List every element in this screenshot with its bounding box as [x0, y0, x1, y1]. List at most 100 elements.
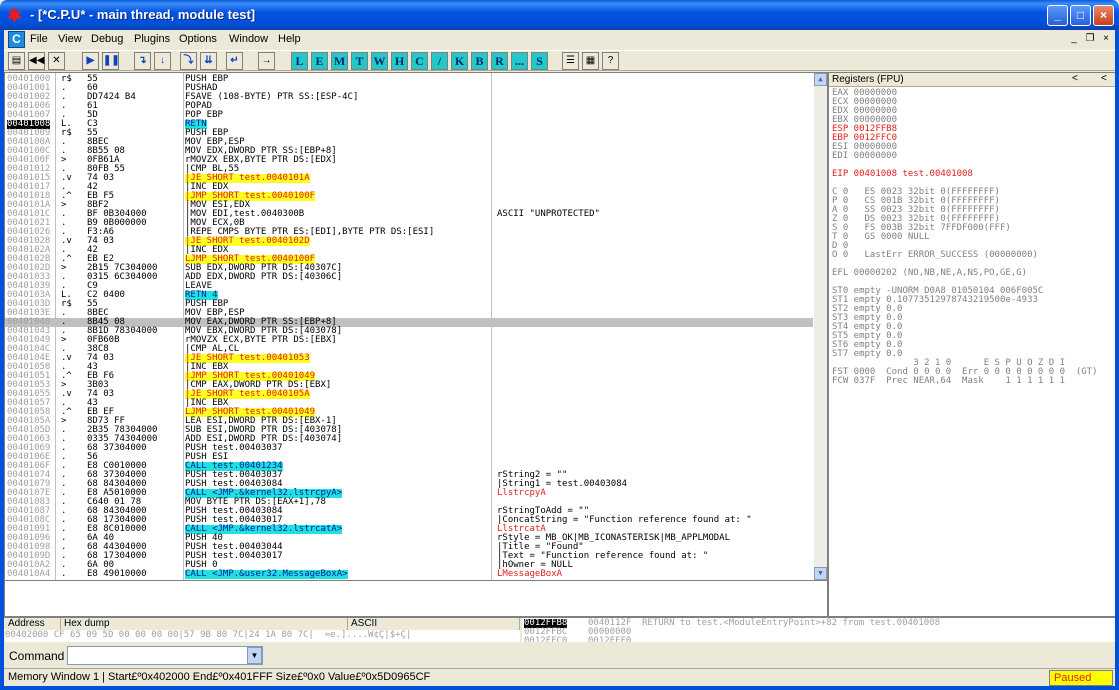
- disasm-row[interactable]: 00401053 >3B03 |CMP EAX,DWORD PTR DS:[EBX]: [5, 381, 813, 390]
- rewind-icon[interactable]: ◀◀: [28, 52, 45, 70]
- disasm-hex: E8 49010000: [87, 569, 147, 579]
- menu-view[interactable]: View: [58, 33, 82, 45]
- threads-button[interactable]: T: [351, 52, 368, 70]
- run-trace-button[interactable]: ...: [511, 52, 528, 70]
- menu-plugins[interactable]: Plugins: [134, 33, 170, 45]
- disasm-row[interactable]: 00401033. 0315 6C304000 ADD EDX,DWORD PTR …: [5, 273, 813, 282]
- memory-map-button[interactable]: M: [331, 52, 348, 70]
- disasm-row[interactable]: 0040100A. 8BEC MOV EBP,ESP: [5, 138, 813, 147]
- registers-next-icon[interactable]: <: [1101, 73, 1107, 84]
- mdi-minimize-button[interactable]: _: [1066, 32, 1082, 47]
- cpu-button[interactable]: C: [411, 52, 428, 70]
- breakpoints-button[interactable]: B: [471, 52, 488, 70]
- dump-col-ascii[interactable]: ASCII: [348, 618, 520, 630]
- references-button[interactable]: R: [491, 52, 508, 70]
- menu-window[interactable]: Window: [229, 33, 268, 45]
- executable-modules-button[interactable]: E: [311, 52, 328, 70]
- maximize-button[interactable]: □: [1070, 5, 1091, 26]
- source-button[interactable]: S: [531, 52, 548, 70]
- disasm-row[interactable]: 004010A4. E8 49010000 CALL <JMP.&user32.Me…: [5, 570, 813, 579]
- trace-over-icon[interactable]: ⇊: [200, 52, 217, 70]
- disasm-row[interactable]: 00401055 .v 74 03 |JE SHORT test.0040105A: [5, 390, 813, 399]
- register-line[interactable]: O 0 LastErr ERROR_SUCCESS (00000000): [832, 251, 1038, 260]
- trace-into-icon[interactable]: ⤵: [180, 52, 197, 70]
- menu-help[interactable]: Help: [278, 33, 301, 45]
- chevron-down-icon[interactable]: ▼: [247, 647, 262, 664]
- grid-icon[interactable]: ▦: [582, 52, 599, 70]
- register-line[interactable]: EFL 00000202 (NO,NB,NE,A,NS,PO,GE,G): [832, 269, 1027, 278]
- title-bar[interactable]: ✱ - [*C.P.U* - main thread, module test]…: [0, 0, 1119, 30]
- scroll-up-icon[interactable]: ▲: [814, 73, 827, 86]
- disasm-row[interactable]: 00401026. F3:A6 |REPE CMPS BYTE PTR ES:[ED…: [5, 228, 813, 237]
- disasm-row[interactable]: 0040104C. 38C8 |CMP AL,CL: [5, 345, 813, 354]
- close-icon[interactable]: ✕: [48, 52, 65, 70]
- mdi-restore-button[interactable]: ❐: [1082, 32, 1098, 47]
- step-over-icon[interactable]: ↓: [154, 52, 171, 70]
- open-icon[interactable]: ▤: [8, 52, 25, 70]
- disasm-row[interactable]: 0040102A. 42 |INC EDX: [5, 246, 813, 255]
- minimize-button[interactable]: _: [1047, 5, 1068, 26]
- disassembly-pane[interactable]: 00401000 r$ 55 PUSH EBP 00401001. 60 PUSHAD 004…: [5, 73, 827, 580]
- disasm-row[interactable]: 0040100F >0FB61A rMOVZX EBX,BYTE PTR DS:[E…: [5, 156, 813, 165]
- command-input[interactable]: [67, 646, 263, 665]
- close-button[interactable]: ×: [1093, 5, 1114, 26]
- disasm-row[interactable]: 00401002. DD7424 B4 FSAVE (108-BYTE) PTR S…: [5, 93, 813, 102]
- scroll-down-icon[interactable]: ▼: [814, 567, 827, 580]
- disasm-row[interactable]: 00401015 .v 74 03 |JE SHORT test.0040101A: [5, 174, 813, 183]
- disasm-row[interactable]: 00401000 r$ 55 PUSH EBP: [5, 75, 813, 84]
- registers-header[interactable]: Registers (FPU) < <: [829, 73, 1115, 87]
- disasm-row[interactable]: 00401043. 8B1D 78304000 MOV EBX,DWORD PTR …: [5, 327, 813, 336]
- disasm-row[interactable]: 0040103D r$ 55 PUSH EBP: [5, 300, 813, 309]
- disasm-row[interactable]: 00401057. 43 |INC EBX: [5, 399, 813, 408]
- registers-prev-icon[interactable]: <: [1072, 73, 1078, 84]
- disasm-row[interactable]: 0040100C. 8B55 08 MOV EDX,DWORD PTR SS:[EB…: [5, 147, 813, 156]
- disasm-row[interactable]: 00401050. 43 |INC EBX: [5, 363, 813, 372]
- disasm-row[interactable]: 00401069. 68 37304000 PUSH test.00403037: [5, 444, 813, 453]
- pause-icon[interactable]: ❚❚: [102, 52, 120, 70]
- patches-button[interactable]: /: [431, 52, 448, 70]
- disasm-row[interactable]: 00401018 .^ EB F5 |JMP SHORT test.0040100F: [5, 192, 813, 201]
- register-line[interactable]: EDI 00000000: [832, 152, 897, 161]
- disasm-row[interactable]: 00401009 r$ 55 PUSH EBP: [5, 129, 813, 138]
- disasm-row[interactable]: 00401007. 5D POP EBP: [5, 111, 813, 120]
- disasm-cm: ASCII "UNPROTECTED": [497, 209, 600, 219]
- registers-pane[interactable]: Registers (FPU) < < EAX 00000000 ECX 0000…: [829, 73, 1115, 616]
- dump-row[interactable]: 00402000 CF 65 09 5D 00 00 00 00|57 9B 8…: [5, 630, 520, 642]
- handles-button[interactable]: H: [391, 52, 408, 70]
- list-icon[interactable]: ☰: [562, 52, 579, 70]
- disasm-row[interactable]: 00401006. 61 POPAD: [5, 102, 813, 111]
- goto-icon[interactable]: →: [258, 52, 275, 70]
- disasm-row[interactable]: 0040104E .v 74 03 |JE SHORT test.00401053: [5, 354, 813, 363]
- disasm-row[interactable]: 00401028 .v 74 03 |JE SHORT test.0040102D: [5, 237, 813, 246]
- disasm-row[interactable]: 00401017. 42 |INC EDX: [5, 183, 813, 192]
- disasm-row[interactable]: 00401008 L. C3 RETN: [5, 120, 813, 129]
- disasm-row[interactable]: 00401058 .^ EB EF LJMP SHORT test.00401049: [5, 408, 813, 417]
- disasm-row[interactable]: 00401051 .^ EB F6 |JMP SHORT test.00401049: [5, 372, 813, 381]
- register-line[interactable]: FCW 037F Prec NEAR,64 Mask 1 1 1 1 1 1: [832, 377, 1065, 386]
- disasm-row[interactable]: 00401049 >0FB60B rMOVZX ECX,BYTE PTR DS:[E…: [5, 336, 813, 345]
- disasm-row[interactable]: 0040103A L. C2 0400 RETN 4: [5, 291, 813, 300]
- execute-till-return-icon[interactable]: ↵: [226, 52, 243, 70]
- help-icon[interactable]: ?: [602, 52, 619, 70]
- disasm-row[interactable]: 0040109D. 68 17304000 PUSH test.00403017 |T…: [5, 552, 813, 561]
- disasm-row[interactable]: 00401039. C9 LEAVE: [5, 282, 813, 291]
- register-line[interactable]: EIP 00401008 test.00401008: [832, 170, 973, 179]
- dump-col-address[interactable]: Address: [5, 618, 61, 630]
- menu-file[interactable]: File: [30, 33, 48, 45]
- windows-button[interactable]: W: [371, 52, 388, 70]
- run-icon[interactable]: ▶: [82, 52, 99, 70]
- cpu-window-icon[interactable]: C: [8, 31, 25, 48]
- call-stack-button[interactable]: K: [451, 52, 468, 70]
- disasm-row[interactable]: 00401012. 80FB 55 |CMP BL,55: [5, 165, 813, 174]
- menu-options[interactable]: Options: [179, 33, 217, 45]
- disassembly-scrollbar[interactable]: ▲ ▼: [814, 73, 827, 580]
- menu-bar: C File View Debug Plugins Options Window…: [4, 30, 1115, 50]
- step-into-icon[interactable]: ↴: [134, 52, 151, 70]
- disasm-row[interactable]: 0040103E. 8BEC MOV EBP,ESP: [5, 309, 813, 318]
- command-bar: Command ▼: [4, 644, 1115, 668]
- mdi-close-button[interactable]: ×: [1098, 32, 1114, 47]
- stack-pane[interactable]: 0012FFB8 0040112F RETURN to test.<ModuleEn…: [522, 618, 1115, 642]
- menu-debug[interactable]: Debug: [91, 33, 123, 45]
- log-window-button[interactable]: L: [291, 52, 308, 70]
- dump-col-hex[interactable]: Hex dump: [61, 618, 348, 630]
